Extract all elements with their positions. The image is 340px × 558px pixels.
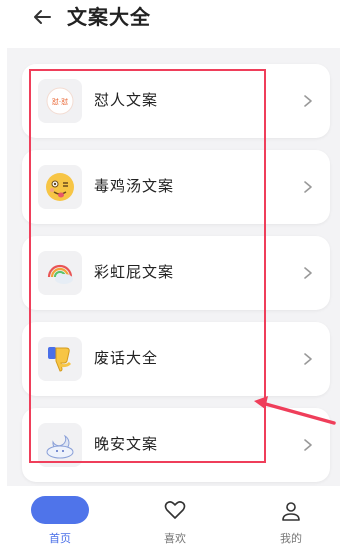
nav-home[interactable]: 首页 xyxy=(15,486,105,558)
chevron-right-icon xyxy=(304,353,312,365)
card-nonsense-copy[interactable]: 废话大全 xyxy=(22,322,330,396)
rainbow-cloud-icon xyxy=(47,264,73,284)
chevron-right-icon xyxy=(304,95,312,107)
chevron-right-icon xyxy=(304,267,312,279)
card-icon-box: 怼·怼 xyxy=(38,79,82,123)
nav-home-label: 首页 xyxy=(49,532,71,545)
card-icon-box xyxy=(38,337,82,381)
card-flattery-copy[interactable]: 彩虹屁文案 xyxy=(22,236,330,310)
card-icon-box xyxy=(38,423,82,467)
card-goodnight-copy[interactable]: 晚安文案 xyxy=(22,408,330,482)
header: 文案大全 xyxy=(0,0,340,40)
bottom-nav: 首页 喜欢 我的 xyxy=(0,486,340,558)
card-label: 毒鸡汤文案 xyxy=(94,177,175,195)
card-label: 怼人文案 xyxy=(94,91,159,109)
moon-cloud-icon xyxy=(46,434,74,459)
heart-icon xyxy=(164,501,186,519)
dizzy-face-icon xyxy=(46,173,74,201)
back-arrow-icon[interactable] xyxy=(30,5,54,29)
nav-like[interactable]: 喜欢 xyxy=(130,486,220,558)
card-list: 怼·怼 怼人文案 毒鸡汤文案 彩虹屁文案 废话大全 晚安文案 xyxy=(7,48,340,486)
chevron-right-icon xyxy=(304,181,312,193)
page-title: 文案大全 xyxy=(67,5,151,29)
card-insult-copy[interactable]: 怼·怼 怼人文案 xyxy=(22,64,330,138)
card-label: 彩虹屁文案 xyxy=(94,263,175,281)
nav-mine[interactable]: 我的 xyxy=(246,486,336,558)
person-icon xyxy=(282,502,300,521)
card-icon-box xyxy=(38,165,82,209)
home-pill-icon xyxy=(31,496,89,524)
card-label: 废话大全 xyxy=(94,349,159,367)
nav-like-label: 喜欢 xyxy=(164,532,186,545)
nav-mine-label: 我的 xyxy=(280,532,302,545)
thumbs-down-icon xyxy=(48,347,72,372)
card-toxic-soup-copy[interactable]: 毒鸡汤文案 xyxy=(22,150,330,224)
svg-text:怼·怼: 怼·怼 xyxy=(52,97,68,106)
card-icon-box xyxy=(38,251,82,295)
badge-icon: 怼·怼 xyxy=(46,87,74,115)
card-label: 晚安文案 xyxy=(94,435,159,453)
chevron-right-icon xyxy=(304,439,312,451)
